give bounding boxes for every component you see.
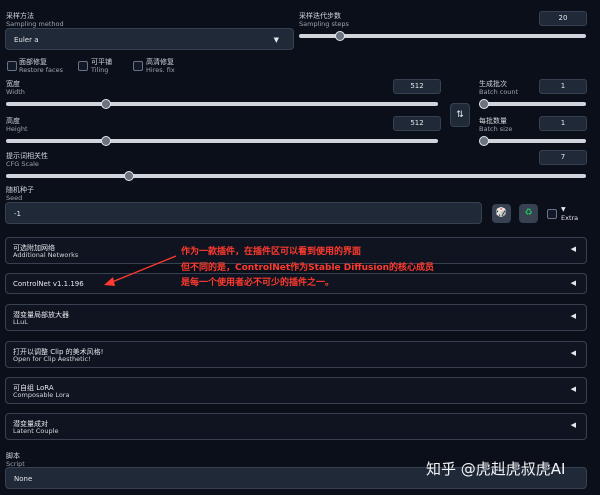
annotation-line-1: 作为一款插件，在插件区可以看到使用的界面: [181, 247, 362, 257]
annotation-line-2: 但不同的是，ControlNet作为Stable Diffusion的核心成员: [181, 263, 435, 273]
annotation-line-3: 是每一个使用者必不可少的插件之一。: [181, 278, 335, 288]
watermark: 知乎 @虎赳虎叔虎AI: [426, 460, 566, 478]
